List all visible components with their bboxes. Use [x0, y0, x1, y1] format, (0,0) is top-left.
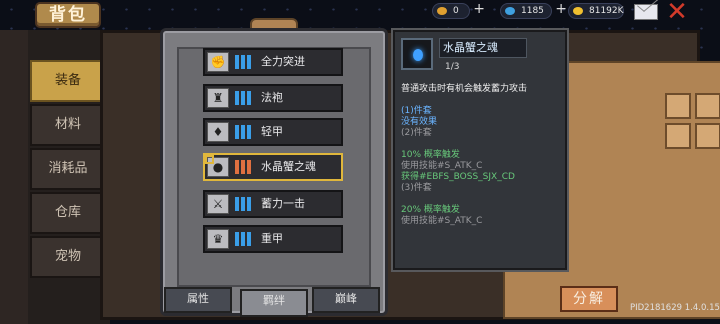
fist-icon: ✊	[207, 52, 229, 72]
tab-peak[interactable]: 巅峰	[312, 287, 380, 313]
tab-bonds[interactable]: 羁绊	[240, 289, 308, 317]
top-bar: 背包 0 + 1185 + 81192K ✕	[0, 0, 720, 28]
tooltip-set1-line: (2)件套	[401, 128, 432, 138]
add-gem-button[interactable]: +	[555, 2, 567, 16]
set-row-crystal-crab-soul[interactable]: ● 水晶蟹之魂	[203, 153, 343, 181]
panel-tabs: 属性 羁绊 巅峰	[160, 287, 388, 317]
tooltip-set2-line: 获得#EBFS_BOSS_SJX_CD	[401, 172, 515, 182]
set-row-label: 蓄力一击	[261, 197, 305, 210]
strike-icon: ⚔	[207, 194, 229, 214]
inventory-slot[interactable]	[695, 123, 720, 149]
resource-gem: 1185 +	[500, 2, 567, 19]
add-coin-button[interactable]: +	[473, 2, 485, 16]
build-id: PID2181629 1.4.0.15	[630, 303, 720, 313]
gem-icon	[505, 7, 515, 15]
sidebar-edge	[0, 30, 28, 324]
tooltip-set1-line: (1)件套	[401, 106, 432, 116]
rarity-bars	[235, 125, 253, 139]
rarity-bars	[235, 197, 253, 211]
gold-icon	[573, 7, 583, 15]
page-title: 背包	[35, 2, 101, 28]
resource-coin-value: 0	[453, 6, 459, 16]
tooltip-set2-line: (3)件套	[401, 183, 432, 193]
item-tooltip: 水晶蟹之魂 1/3 普通攻击时有机会触发蓄力攻击 (1)件套 没有效果 (2)件…	[393, 30, 567, 270]
set-row-label: 法袍	[261, 91, 283, 104]
set-row-label: 水晶蟹之魂	[261, 160, 316, 173]
rarity-bars	[235, 232, 253, 246]
soul-icon	[401, 38, 433, 70]
set-row-label: 重甲	[261, 232, 283, 245]
rarity-bars	[235, 160, 253, 174]
inventory-slot[interactable]	[665, 93, 691, 119]
inventory-slot[interactable]	[665, 123, 691, 149]
soul-icon: ●	[207, 157, 229, 177]
decompose-button[interactable]: 分解	[560, 286, 618, 312]
resource-gold-value: 81192K	[589, 6, 624, 16]
tab-attributes[interactable]: 属性	[164, 287, 232, 313]
tooltip-set3-line: 使用技能#S_ATK_C	[401, 216, 483, 226]
resource-gold: 81192K	[568, 3, 624, 19]
heavy-armor-icon: ♛	[207, 229, 229, 249]
robe-icon: ♜	[207, 88, 229, 108]
sidebar-item-consumables[interactable]: 消耗品	[30, 148, 106, 190]
sidebar-item-equipment[interactable]: 装备	[30, 60, 106, 102]
close-button[interactable]: ✕	[664, 0, 690, 26]
tooltip-item-name: 水晶蟹之魂	[439, 38, 527, 58]
tooltip-set-count: 1/3	[445, 62, 460, 72]
set-row-full-charge[interactable]: ✊ 全力突进	[203, 48, 343, 76]
tooltip-set2-line: 10% 概率触发	[401, 150, 460, 160]
armor-icon: ♦	[207, 122, 229, 142]
resource-gem-value: 1185	[521, 6, 544, 16]
sidebar-item-materials[interactable]: 材料	[30, 104, 106, 146]
resource-coin: 0 +	[432, 2, 485, 19]
set-row-light-armor[interactable]: ♦ 轻甲	[203, 118, 343, 146]
category-sidebar: 装备 材料 消耗品 仓库 宠物	[0, 30, 110, 324]
rarity-bars	[235, 91, 253, 105]
tooltip-body: 普通攻击时有机会触发蓄力攻击 (1)件套 没有效果 (2)件套 10% 概率触发…	[401, 84, 563, 227]
tooltip-set2-line: 使用技能#S_ATK_C	[401, 161, 483, 171]
set-row-heavy-armor[interactable]: ♛ 重甲	[203, 225, 343, 253]
set-row-power-strike[interactable]: ⚔ 蓄力一击	[203, 190, 343, 218]
set-row-label: 全力突进	[261, 55, 305, 68]
tooltip-set3-line: 20% 概率触发	[401, 205, 460, 215]
tooltip-set1-line: 没有效果	[401, 117, 438, 127]
sidebar-item-warehouse[interactable]: 仓库	[30, 192, 106, 234]
inventory-slot[interactable]	[695, 93, 720, 119]
set-row-robe[interactable]: ♜ 法袍	[203, 84, 343, 112]
mail-icon[interactable]	[634, 4, 658, 20]
set-row-label: 轻甲	[261, 125, 283, 138]
coin-icon	[437, 7, 447, 15]
tooltip-description: 普通攻击时有机会触发蓄力攻击	[401, 84, 528, 94]
sidebar-item-pets[interactable]: 宠物	[30, 236, 106, 278]
rarity-bars	[235, 55, 253, 69]
